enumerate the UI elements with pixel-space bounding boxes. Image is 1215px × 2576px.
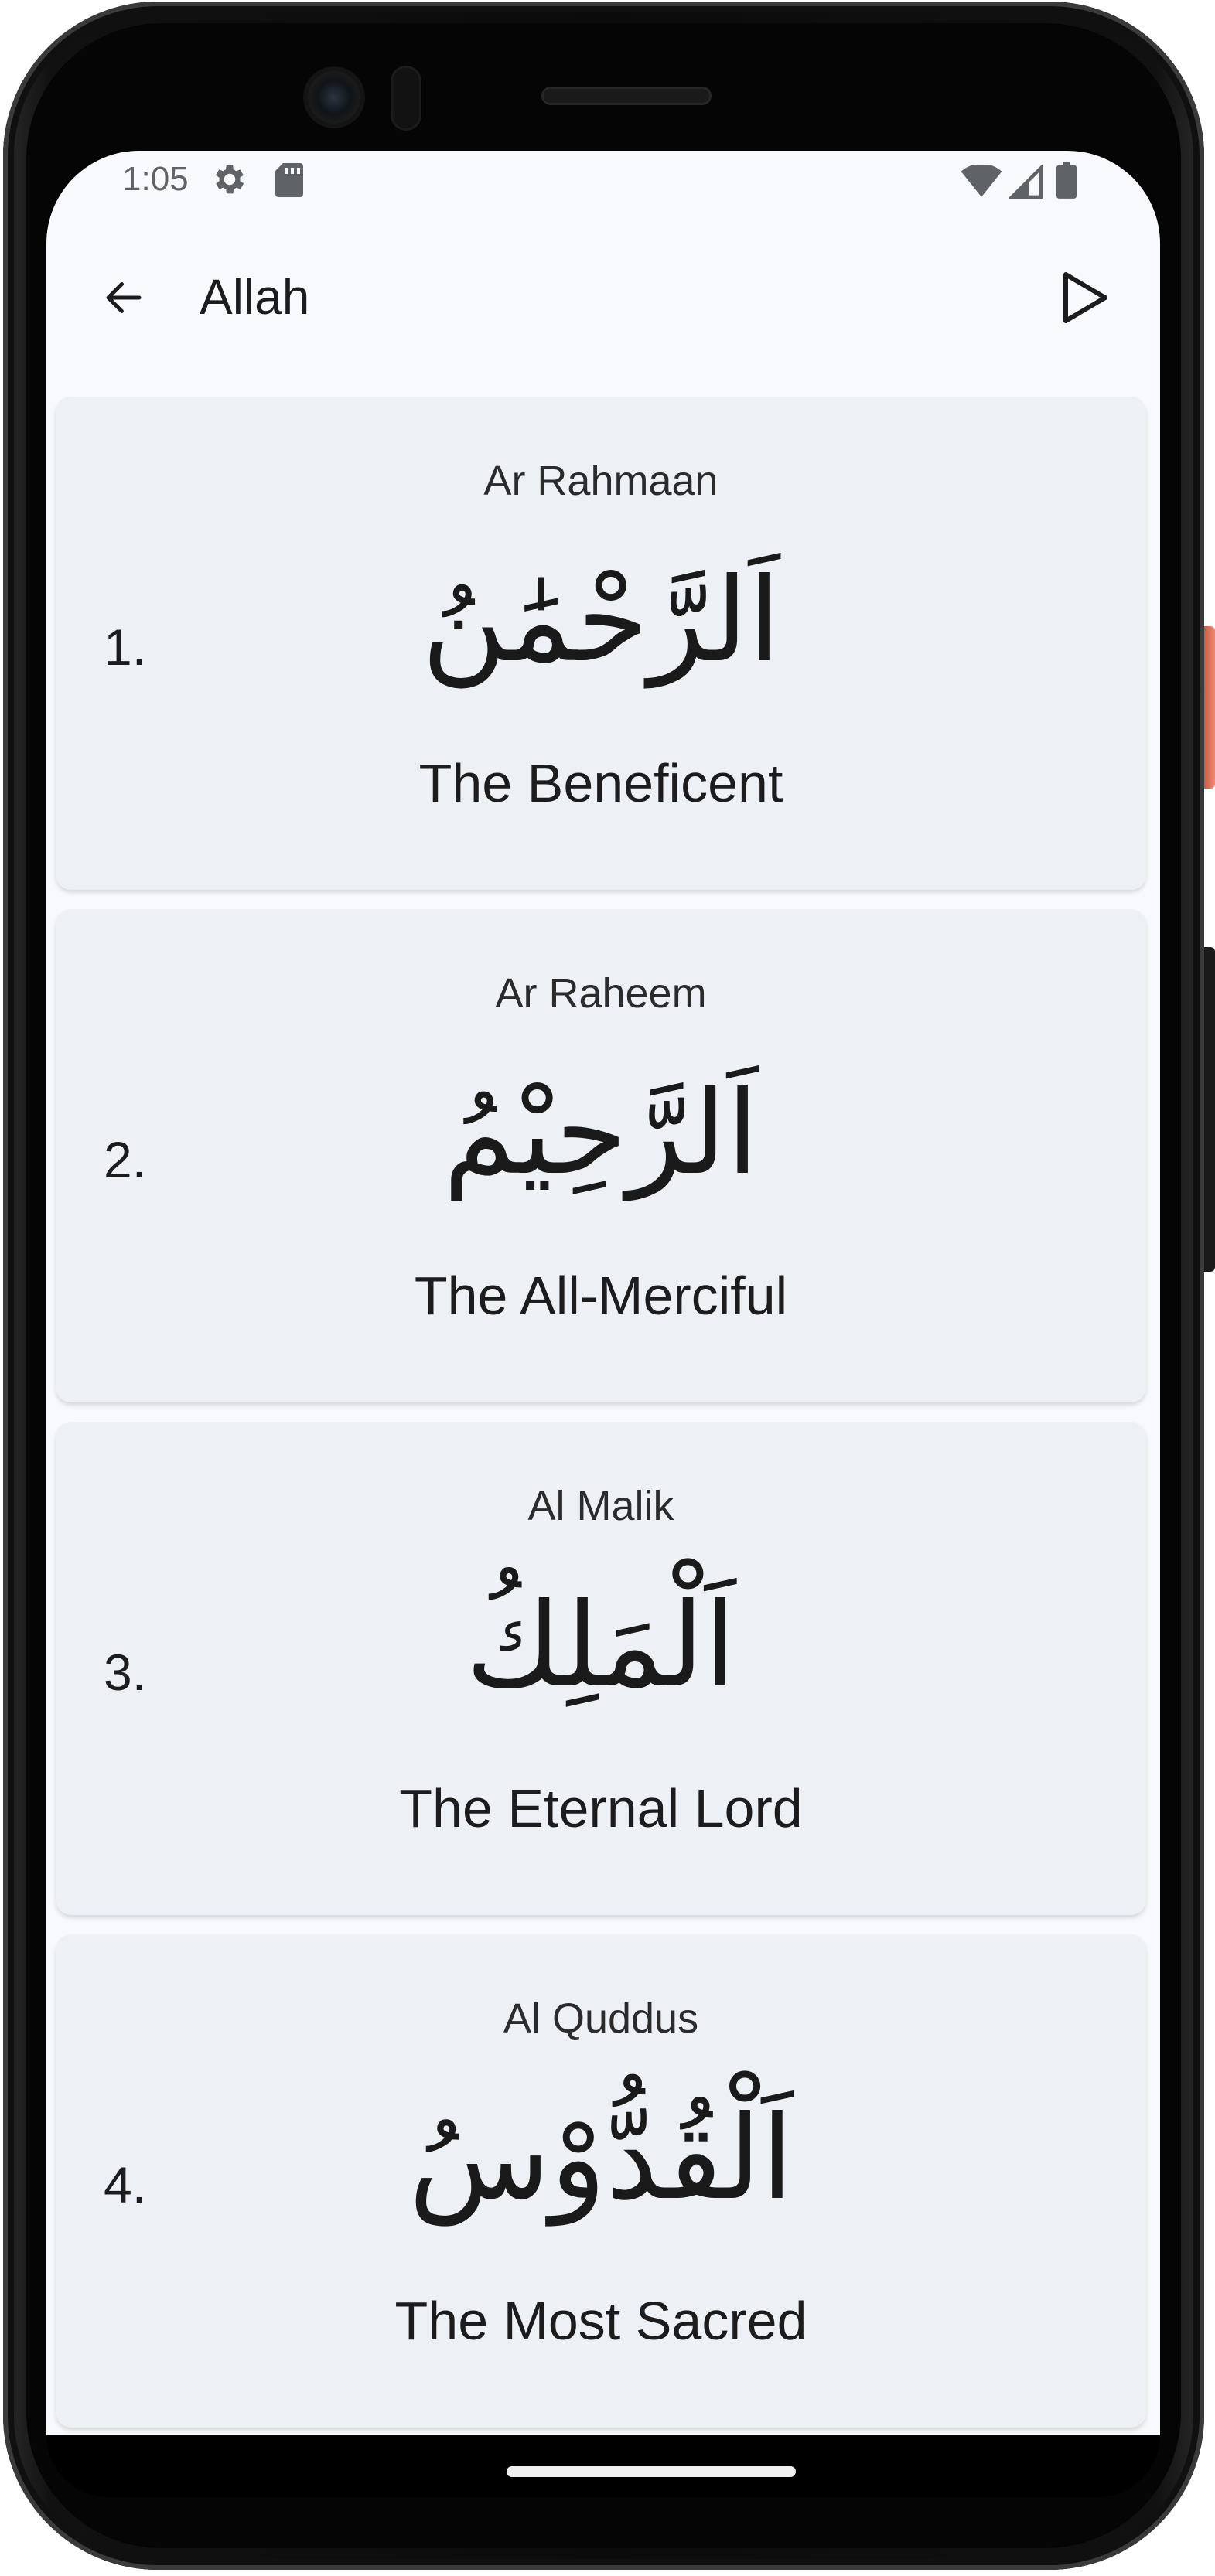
app-screen: 1:05 Allah 1. Ar Rahmaan اَلرَّحْمَٰنُ T… (46, 151, 1160, 2435)
item-arabic: اَلرَّحِيْمُ (443, 1066, 759, 1201)
page-title: Allah (200, 269, 310, 325)
system-nav-bar (46, 2435, 1160, 2497)
item-arabic: اَلْمَلِكُ (465, 1579, 737, 1713)
earpiece-speaker (541, 87, 712, 105)
item-arabic: اَلرَّحْمَٰنُ (421, 554, 780, 688)
arrow-back-icon (106, 282, 142, 313)
battery-icon (1056, 162, 1077, 199)
item-transliteration: Al Quddus (503, 1995, 699, 2042)
wifi-icon (961, 165, 1002, 197)
sd-card-icon (275, 163, 303, 197)
list-item[interactable]: 1. Ar Rahmaan اَلرَّحْمَٰنُ The Benefice… (56, 397, 1146, 890)
phone-device: 1:05 Allah 1. Ar Rahmaan اَلرَّحْمَٰنُ T… (0, 0, 1215, 2576)
power-button (1204, 626, 1215, 789)
signal-icon (1009, 165, 1043, 199)
front-camera (308, 71, 360, 124)
item-meaning: The Eternal Lord (399, 1778, 803, 1838)
item-meaning: The Beneficent (418, 753, 783, 813)
item-transliteration: Ar Rahmaan (483, 458, 718, 504)
back-button[interactable] (93, 267, 155, 329)
names-list: 1. Ar Rahmaan اَلرَّحْمَٰنُ The Benefice… (56, 397, 1151, 2435)
play-button[interactable] (1052, 265, 1117, 330)
status-bar: 1:05 (46, 151, 1160, 220)
proximity-sensor (391, 66, 421, 131)
item-arabic: اَلْقُدُّوْسُ (408, 2091, 794, 2226)
item-transliteration: Al Malik (527, 1483, 674, 1529)
list-item[interactable]: 2. Ar Raheem اَلرَّحِيْمُ The All-Mercif… (56, 909, 1146, 1402)
item-transliteration: Ar Raheem (495, 970, 707, 1017)
volume-button (1204, 947, 1215, 1272)
item-meaning: The Most Sacred (394, 2291, 807, 2351)
list-item[interactable]: 4. Al Quddus اَلْقُدُّوْسُ The Most Sacr… (56, 1934, 1146, 2428)
item-meaning: The All-Merciful (414, 1266, 788, 1326)
status-time: 1:05 (122, 160, 189, 198)
play-icon (1063, 272, 1107, 323)
settings-gear-icon (216, 165, 244, 194)
list-item[interactable]: 3. Al Malik اَلْمَلِكُ The Eternal Lord (56, 1422, 1146, 1915)
app-bar: Allah (46, 228, 1160, 367)
home-gesture-pill[interactable] (507, 2466, 796, 2477)
